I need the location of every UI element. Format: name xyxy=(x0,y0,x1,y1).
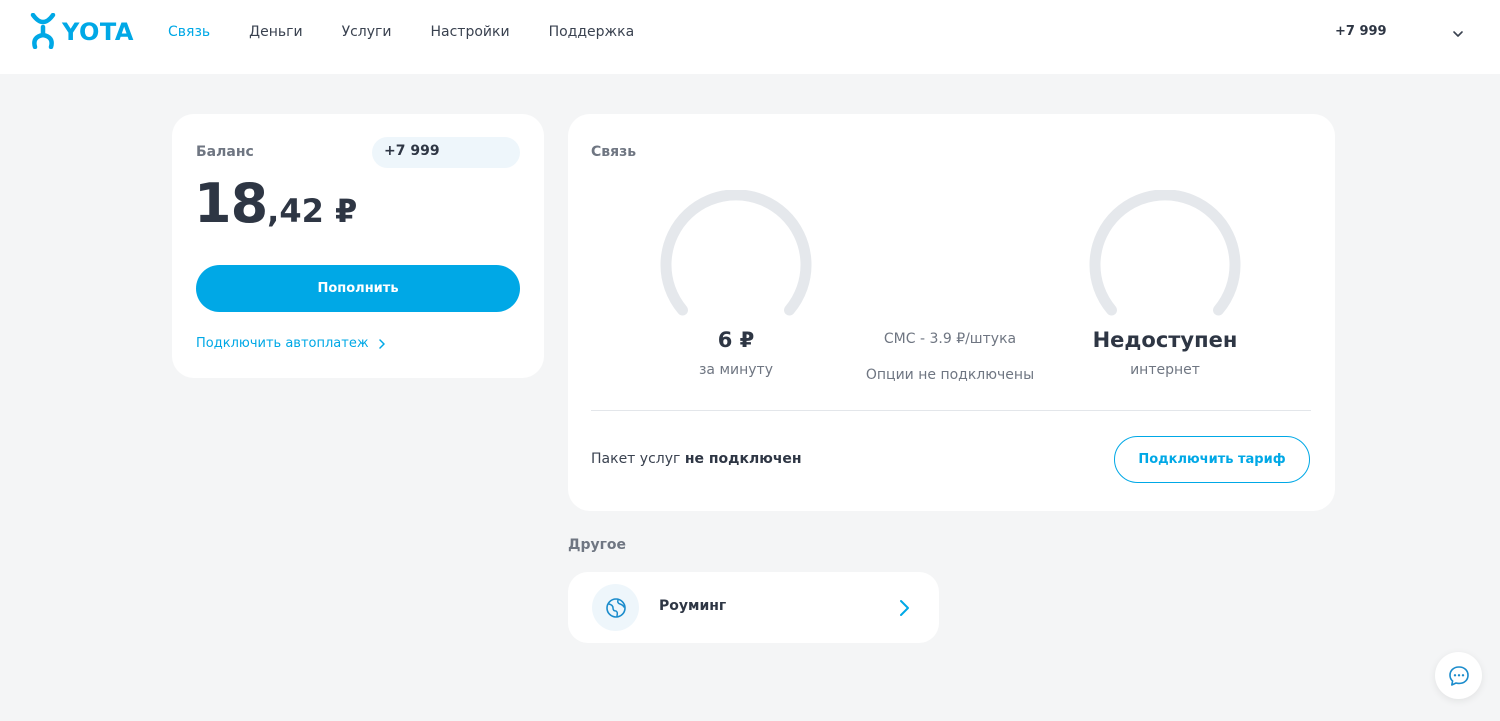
package-state: не подключен xyxy=(684,451,802,467)
topup-button[interactable]: Пополнить xyxy=(196,265,520,312)
calls-caption: за минуту xyxy=(698,362,773,378)
internet-gauge xyxy=(1089,190,1241,316)
other-section-title: Другое xyxy=(568,537,627,553)
main-nav: Связь Деньги Услуги Настройки Поддержка xyxy=(168,24,673,40)
sms-price: СМС - 3.9 ₽/штука xyxy=(883,331,1017,347)
nav-item-uslugi[interactable]: Услуги xyxy=(342,24,392,40)
autopay-link-label: Подключить автоплатеж xyxy=(196,336,369,351)
account-phone[interactable]: +7 999 xyxy=(1335,24,1387,39)
chevron-right-icon xyxy=(378,338,385,349)
nav-item-dengi[interactable]: Деньги xyxy=(249,24,302,40)
nav-item-podderzhka[interactable]: Поддержка xyxy=(549,24,635,40)
communication-title: Связь xyxy=(591,144,637,160)
nav-item-nastroyki[interactable]: Настройки xyxy=(431,24,510,40)
roaming-label: Роуминг xyxy=(659,598,727,614)
yota-logo[interactable]: YOTA xyxy=(30,12,134,50)
package-status: Пакет услуг не подключен xyxy=(591,451,802,467)
chevron-down-icon[interactable] xyxy=(1450,26,1466,42)
calls-price: 6 ₽ xyxy=(717,328,755,352)
balance-card: Баланс +7 999 18,42 ₽ Пополнить Подключи… xyxy=(172,114,544,378)
globe-icon xyxy=(605,597,626,618)
balance-amount: 18,42 ₽ xyxy=(194,172,357,235)
connect-tariff-button[interactable]: Подключить тариф xyxy=(1114,436,1310,483)
chevron-right-icon xyxy=(900,600,909,616)
yota-logo-icon xyxy=(30,13,56,49)
logo-wordmark: YOTA xyxy=(62,18,135,46)
roaming-icon-badge xyxy=(592,584,639,631)
communication-card: Связь 6 ₽ за минуту СМС - 3.9 ₽/штука Оп… xyxy=(568,114,1335,511)
chat-button[interactable] xyxy=(1435,652,1482,699)
options-status: Опции не подключены xyxy=(865,367,1035,383)
internet-status: Недоступен xyxy=(1092,328,1238,352)
autopay-link[interactable]: Подключить автоплатеж xyxy=(196,336,387,351)
roaming-card[interactable]: Роуминг xyxy=(568,572,939,643)
balance-integer: 18 xyxy=(194,172,268,235)
top-header: YOTA Связь Деньги Услуги Настройки Подде… xyxy=(0,0,1500,74)
phone-badge[interactable]: +7 999 xyxy=(372,137,520,168)
balance-decimal: ,42 ₽ xyxy=(267,192,358,230)
balance-label: Баланс xyxy=(196,144,254,160)
chat-icon xyxy=(1448,665,1469,686)
nav-item-svyaz[interactable]: Связь xyxy=(168,24,210,40)
package-prefix: Пакет услуг xyxy=(591,451,681,467)
calls-gauge xyxy=(660,190,812,316)
card-divider xyxy=(591,410,1311,411)
phone-badge-text: +7 999 xyxy=(384,143,440,159)
internet-caption: интернет xyxy=(1130,362,1200,378)
